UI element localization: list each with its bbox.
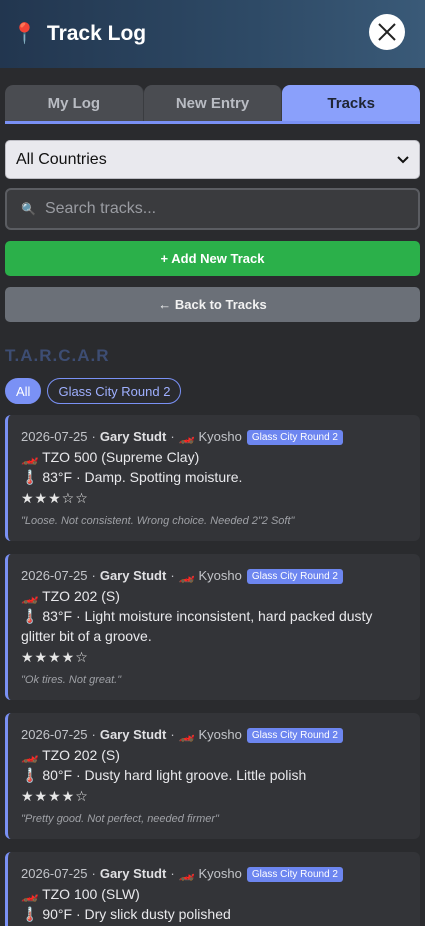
thermometer-icon: 🌡️ [21, 767, 39, 783]
entry-author: Gary Studt [99, 866, 167, 881]
event-badge: Glass City Round 2 [246, 429, 343, 445]
search-placeholder: Search tracks... [44, 200, 157, 217]
entry-tire: 🏎️ TZO 100 (SLW) [21, 886, 140, 902]
chevron-down-icon [397, 155, 409, 163]
entry-car: Kyosho [198, 727, 242, 742]
entry-author: Gary Studt [99, 568, 167, 583]
entry-meta: 2026-07-25 · Gary Studt · 🏎️ Kyosho Glas… [21, 566, 406, 586]
car-icon: 🏎️ [178, 866, 195, 881]
thermometer-icon: 🌡️ [21, 906, 39, 922]
app-header: 📍 Track Log [0, 0, 425, 68]
page-title: Track Log [46, 22, 147, 45]
entry-author: Gary Studt [99, 429, 167, 444]
entry-car: Kyosho [198, 866, 242, 881]
tab-new-entry[interactable]: New Entry [143, 85, 283, 121]
pin-icon: 📍 [12, 23, 37, 45]
star-rating: ★★★★☆ [21, 788, 89, 804]
entry-date: 2026-07-25 [21, 727, 88, 742]
main-content: My Log New Entry Tracks All Countries 🔍 … [0, 68, 425, 926]
entry-date: 2026-07-25 [21, 568, 88, 583]
tire-icon: 🏎️ [21, 747, 39, 763]
entry-conditions: 🌡️ 80°F · Dusty hard light groove. Littl… [21, 767, 307, 783]
car-icon: 🏎️ [178, 568, 195, 583]
tab-my-log[interactable]: My Log [5, 85, 144, 121]
country-select-value: All Countries [16, 150, 107, 168]
close-icon [378, 23, 396, 41]
entry-car: Kyosho [198, 429, 242, 444]
entry-meta: 2026-07-25 · Gary Studt · 🏎️ Kyosho Glas… [21, 427, 406, 447]
tire-icon: 🏎️ [21, 449, 39, 465]
entry-conditions: 🌡️ 83°F · Damp. Spotting moisture. [21, 469, 243, 485]
entry-author: Gary Studt [99, 727, 167, 742]
thermometer-icon: 🌡️ [21, 608, 39, 624]
event-badge: Glass City Round 2 [246, 866, 343, 882]
log-entry[interactable]: 2026-07-25 · Gary Studt · 🏎️ Kyosho Glas… [5, 713, 420, 839]
star-rating: ★★★★☆ [21, 649, 89, 665]
add-new-track-button[interactable]: + Add New Track [5, 241, 420, 276]
entry-note: "Ok tires. Not great." [21, 674, 122, 686]
entry-tire: 🏎️ TZO 202 (S) [21, 588, 120, 604]
search-input[interactable]: 🔍 Search tracks... [5, 188, 420, 230]
entry-car: Kyosho [198, 568, 242, 583]
tire-icon: 🏎️ [21, 588, 39, 604]
event-badge: Glass City Round 2 [246, 568, 343, 584]
entry-date: 2026-07-25 [21, 866, 88, 881]
chip-glass-city-round-2[interactable]: Glass City Round 2 [47, 378, 182, 404]
country-select[interactable]: All Countries [5, 140, 420, 179]
entry-note: "Pretty good. Not perfect, needed firmer… [21, 813, 219, 825]
log-entry[interactable]: 2026-07-25 · Gary Studt · 🏎️ Kyosho Glas… [5, 415, 420, 541]
log-entry[interactable]: 2026-07-25 · Gary Studt · 🏎️ Kyosho Glas… [5, 554, 420, 700]
entry-note: "Loose. Not consistent. Wrong choice. Ne… [21, 515, 295, 527]
star-rating: ★★★☆☆ [21, 490, 89, 506]
car-icon: 🏎️ [178, 727, 195, 742]
entry-tire: 🏎️ TZO 500 (Supreme Clay) [21, 449, 200, 465]
event-filter-chips: All Glass City Round 2 [5, 378, 420, 404]
entry-date: 2026-07-25 [21, 429, 88, 444]
entry-list: 2026-07-25 · Gary Studt · 🏎️ Kyosho Glas… [5, 415, 420, 926]
track-name-heading: T.A.R.C.A.R [5, 346, 110, 365]
tab-bar: My Log New Entry Tracks [5, 85, 420, 124]
back-to-tracks-button[interactable]: ← Back to Tracks [5, 287, 420, 322]
entry-meta: 2026-07-25 · Gary Studt · 🏎️ Kyosho Glas… [21, 864, 406, 884]
event-badge: Glass City Round 2 [246, 727, 343, 743]
entry-conditions: 🌡️ 90°F · Dry slick dusty polished [21, 906, 231, 922]
tab-tracks[interactable]: Tracks [282, 85, 420, 121]
close-button[interactable] [369, 14, 405, 50]
entry-tire: 🏎️ TZO 202 (S) [21, 747, 120, 763]
search-icon: 🔍 [21, 202, 36, 216]
car-icon: 🏎️ [178, 429, 195, 444]
tire-icon: 🏎️ [21, 886, 39, 902]
entry-conditions: 🌡️ 83°F · Light moisture inconsistent, h… [21, 608, 373, 644]
log-entry[interactable]: 2026-07-25 · Gary Studt · 🏎️ Kyosho Glas… [5, 852, 420, 926]
chip-all[interactable]: All [5, 378, 42, 404]
entry-meta: 2026-07-25 · Gary Studt · 🏎️ Kyosho Glas… [21, 725, 406, 745]
thermometer-icon: 🌡️ [21, 469, 39, 485]
